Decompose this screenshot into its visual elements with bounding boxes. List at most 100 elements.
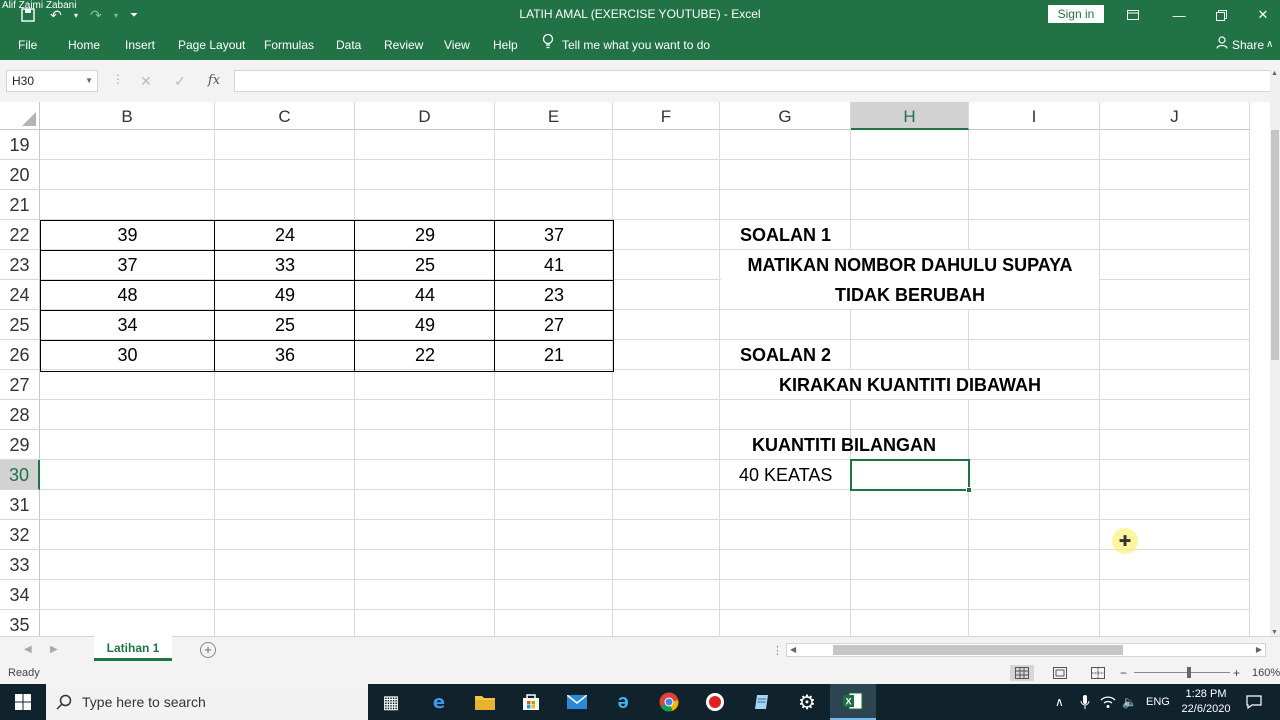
task-view-icon[interactable]: ▦ [368,684,414,720]
row-header-26[interactable]: 26 [0,340,40,370]
row-header-32[interactable]: 32 [0,520,40,550]
cell-c24[interactable]: 49 [215,280,355,310]
row-header-35[interactable]: 35 [0,610,40,636]
column-header-j[interactable]: J [1100,102,1250,130]
excel-taskbar-icon[interactable]: X [830,684,876,720]
tab-formulas[interactable]: Formulas [264,30,314,60]
microphone-icon[interactable] [1080,684,1090,720]
row-header-20[interactable]: 20 [0,160,40,190]
wifi-icon[interactable] [1100,684,1116,720]
row-header-29[interactable]: 29 [0,430,40,460]
cell-e22[interactable]: 37 [495,220,613,250]
fill-handle[interactable] [966,487,972,493]
file-explorer-icon[interactable] [462,684,508,720]
row-header-27[interactable]: 27 [0,370,40,400]
mail-icon[interactable] [554,684,600,720]
normal-view-icon[interactable] [1010,665,1034,681]
scroll-right-icon[interactable]: ▶ [1256,644,1262,656]
show-hidden-icons[interactable]: ∧ [1055,684,1064,720]
ribbon-display-options-icon[interactable] [1110,0,1156,30]
cell-c25[interactable]: 25 [215,310,355,340]
cell-b23[interactable]: 37 [40,250,215,280]
cell-d26[interactable]: 22 [355,340,495,370]
row-header-25[interactable]: 25 [0,310,40,340]
cancel-entry-icon[interactable]: ✕ [134,70,158,92]
zoom-slider-track[interactable] [1134,672,1230,673]
notification-icon[interactable] [1246,684,1262,720]
column-header-h[interactable]: H [851,102,969,130]
prev-sheet-icon[interactable]: ◀ [24,637,32,663]
cell-e26[interactable]: 21 [495,340,613,370]
row-header-24[interactable]: 24 [0,280,40,310]
share-button[interactable]: Share [1216,30,1264,60]
cell-c26[interactable]: 36 [215,340,355,370]
internet-explorer-icon[interactable]: ə [600,684,646,720]
tab-split-grip-icon[interactable]: ⋮ [772,644,783,657]
confirm-entry-icon[interactable]: ✓ [168,70,192,92]
screen-recorder-icon[interactable] [692,684,738,720]
tab-page-layout[interactable]: Page Layout [178,30,245,60]
zoom-level[interactable]: 160% [1252,662,1280,684]
row-header-30[interactable]: 30 [0,460,40,490]
cell-e23[interactable]: 41 [495,250,613,280]
column-header-c[interactable]: C [215,102,355,130]
tab-insert[interactable]: Insert [125,30,155,60]
page-break-view-icon[interactable] [1086,665,1110,681]
notepad-icon[interactable] [738,684,784,720]
add-sheet-icon[interactable]: + [200,642,216,658]
tab-help[interactable]: Help [493,30,518,60]
zoom-slider-thumb[interactable] [1187,667,1191,678]
tell-me-search[interactable]: Tell me what you want to do [542,30,710,60]
edge-browser-icon[interactable]: e [416,684,462,720]
sign-in-button[interactable]: Sign in [1048,5,1104,23]
horizontal-scroll-thumb[interactable] [833,645,1123,655]
row-header-23[interactable]: 23 [0,250,40,280]
cell-d22[interactable]: 29 [355,220,495,250]
cell-b22[interactable]: 39 [40,220,215,250]
volume-icon[interactable]: 🔈 [1122,684,1137,720]
horizontal-scrollbar[interactable]: ◀ ▶ [786,643,1266,657]
column-header-f[interactable]: F [613,102,720,130]
close-icon[interactable]: ✕ [1240,0,1280,30]
cell-c23[interactable]: 33 [215,250,355,280]
worksheet-grid[interactable]: B C D E F G H I J 19 20 21 22 23 24 25 2… [0,102,1270,636]
taskbar-search-box[interactable]: Type here to search [46,684,368,720]
store-icon[interactable] [508,684,554,720]
restore-icon[interactable] [1198,0,1244,30]
row-header-28[interactable]: 28 [0,400,40,430]
cell-d23[interactable]: 25 [355,250,495,280]
scroll-up-icon[interactable]: ▲ [1271,70,1278,77]
name-box[interactable]: H30 ▼ [6,70,98,92]
windows-start-icon[interactable] [0,684,46,720]
redo-icon[interactable]: ↷ [82,0,110,30]
tab-home[interactable]: Home [68,30,100,60]
row-header-22[interactable]: 22 [0,220,40,250]
cell-soalan-2-line-1[interactable]: KIRAKAN KUANTITI DIBAWAH [720,370,1100,400]
cell-g30-40-keatas[interactable]: 40 KEATAS [739,460,832,490]
vertical-scrollbar[interactable]: ▲ ▼ [1270,70,1280,636]
cell-c22[interactable]: 24 [215,220,355,250]
chrome-icon[interactable] [646,684,692,720]
page-layout-view-icon[interactable] [1048,665,1072,681]
sheet-tab-latihan-1[interactable]: Latihan 1 [94,636,172,661]
column-header-e[interactable]: E [495,102,613,130]
column-header-i[interactable]: I [969,102,1100,130]
redo-dropdown-icon[interactable]: ▾ [110,0,122,30]
tab-view[interactable]: View [444,30,470,60]
chevron-down-icon[interactable]: ▼ [85,71,93,91]
cell-d25[interactable]: 49 [355,310,495,340]
cell-soalan-1-line-2[interactable]: TIDAK BERUBAH [720,280,1100,310]
select-all-corner[interactable] [0,102,40,130]
cell-d24[interactable]: 44 [355,280,495,310]
cell-b24[interactable]: 48 [40,280,215,310]
cell-b25[interactable]: 34 [40,310,215,340]
active-cell-h30[interactable] [850,459,972,493]
language-indicator[interactable]: ENG [1146,684,1170,720]
cell-e24[interactable]: 23 [495,280,613,310]
column-header-d[interactable]: D [355,102,495,130]
column-header-b[interactable]: B [40,102,215,130]
cell-g22-soalan-1[interactable]: SOALAN 1 [740,220,831,250]
row-header-33[interactable]: 33 [0,550,40,580]
cell-b26[interactable]: 30 [40,340,215,370]
row-header-34[interactable]: 34 [0,580,40,610]
